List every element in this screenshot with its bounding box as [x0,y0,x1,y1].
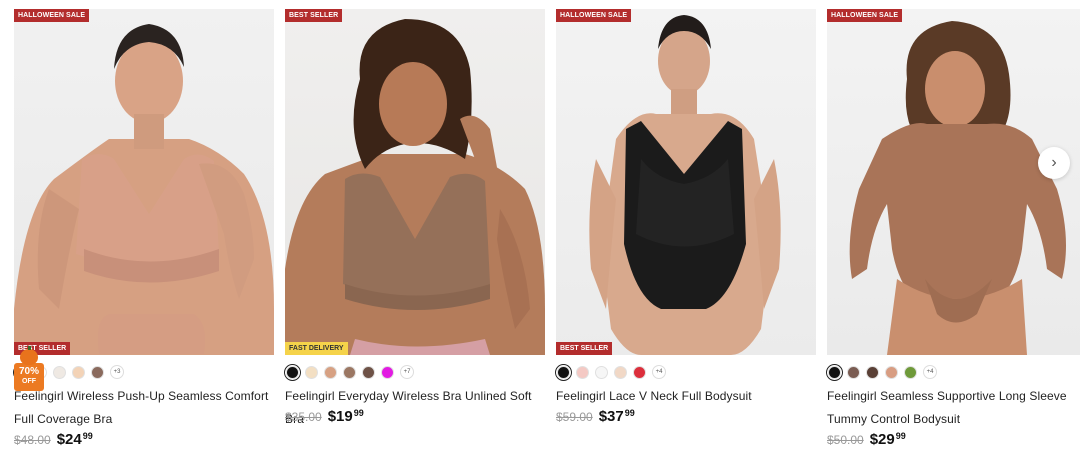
product-card[interactable]: BEST SELLER FAST DELIVERY +7 Feelingirl … [285,9,545,451]
more-colors-button[interactable]: +4 [923,365,937,379]
color-swatch[interactable] [53,365,66,379]
color-swatch[interactable] [91,365,104,379]
sale-price: $1999 [328,408,364,425]
discount-percent: 70% [18,366,39,377]
more-colors-button[interactable]: +3 [110,365,124,379]
product-card[interactable]: HALLOWEEN SALE +4 Feelingirl Seamless Su… [827,9,1080,451]
color-swatch[interactable] [885,365,898,379]
original-price: $35.00 [285,410,322,424]
pumpkin-icon [20,346,38,365]
price-row: $50.00 $2999 [827,431,1080,451]
halloween-sale-badge: HALLOWEEN SALE [14,9,90,22]
model-photo [589,15,781,355]
best-seller-badge: BEST SELLER [285,9,343,22]
color-swatches: +3 [14,364,274,380]
best-seller-badge: BEST SELLER [556,342,613,355]
color-swatch[interactable] [343,365,356,379]
more-colors-button[interactable]: +4 [652,365,666,379]
color-swatch[interactable] [286,365,299,379]
discount-off-label: OFF [22,378,36,385]
fast-delivery-badge: FAST DELIVERY [285,342,348,355]
product-title-link[interactable]: Feelingirl Seamless Supportive Long Slee… [827,385,1080,431]
color-swatch[interactable] [866,365,879,379]
color-swatch[interactable] [595,365,608,379]
sale-price-cents: 99 [82,431,93,441]
color-swatch[interactable] [633,365,646,379]
original-price: $59.00 [556,410,593,424]
price-row: $59.00 $3799 [556,408,816,428]
product-image[interactable]: HALLOWEEN SALE BEST SELLER [14,9,274,355]
discount-promo-sticker[interactable]: 70% OFF [14,346,44,393]
color-swatches: +4 [827,364,1080,380]
color-swatch[interactable] [576,365,589,379]
color-swatch[interactable] [557,365,570,379]
product-image[interactable]: BEST SELLER FAST DELIVERY [285,9,545,355]
sale-price-dollars: $24 [56,431,82,448]
original-price: $50.00 [827,433,864,447]
color-swatch[interactable] [828,365,841,379]
price-row: $35.00 $1999 [285,408,545,428]
sale-price-cents: 99 [895,431,906,441]
discount-tag: 70% OFF [14,363,44,391]
color-swatches: +4 [556,364,816,380]
sale-price-dollars: $19 [327,408,353,425]
model-photo [14,24,274,355]
color-swatch[interactable] [362,365,375,379]
product-title-link[interactable]: Feelingirl Wireless Push-Up Seamless Com… [14,385,274,431]
model-photo [849,21,1066,355]
original-price: $48.00 [14,433,51,447]
color-swatch[interactable] [305,365,318,379]
product-card[interactable]: HALLOWEEN SALE BEST SELLER +4 Feelingirl… [556,9,816,451]
color-swatch[interactable] [904,365,917,379]
color-swatch[interactable] [324,365,337,379]
color-swatch[interactable] [847,365,860,379]
more-colors-button[interactable]: +7 [400,365,414,379]
sale-price-dollars: $29 [869,431,895,448]
color-swatch[interactable] [614,365,627,379]
sale-price-cents: 99 [624,408,635,418]
halloween-sale-badge: HALLOWEEN SALE [827,9,903,22]
chevron-right-icon: › [1051,154,1057,171]
product-image[interactable]: HALLOWEEN SALE BEST SELLER [556,9,816,355]
color-swatches: +7 [285,364,545,380]
price-row: $48.00 $2499 [14,431,274,451]
sale-price-dollars: $37 [598,408,624,425]
sale-price: $2499 [57,431,93,448]
product-image[interactable]: HALLOWEEN SALE [827,9,1080,355]
product-card[interactable]: HALLOWEEN SALE BEST SELLER 70% OFF +3 Fe… [14,9,274,451]
sale-price-cents: 99 [353,408,364,418]
halloween-sale-badge: HALLOWEEN SALE [556,9,632,22]
product-carousel: HALLOWEEN SALE BEST SELLER 70% OFF +3 Fe… [14,9,1080,451]
color-swatch[interactable] [381,365,394,379]
color-swatch[interactable] [72,365,85,379]
carousel-next-button[interactable]: › [1038,147,1070,179]
model-photo [285,19,545,355]
sale-price: $3799 [599,408,635,425]
sale-price: $2999 [870,431,906,448]
